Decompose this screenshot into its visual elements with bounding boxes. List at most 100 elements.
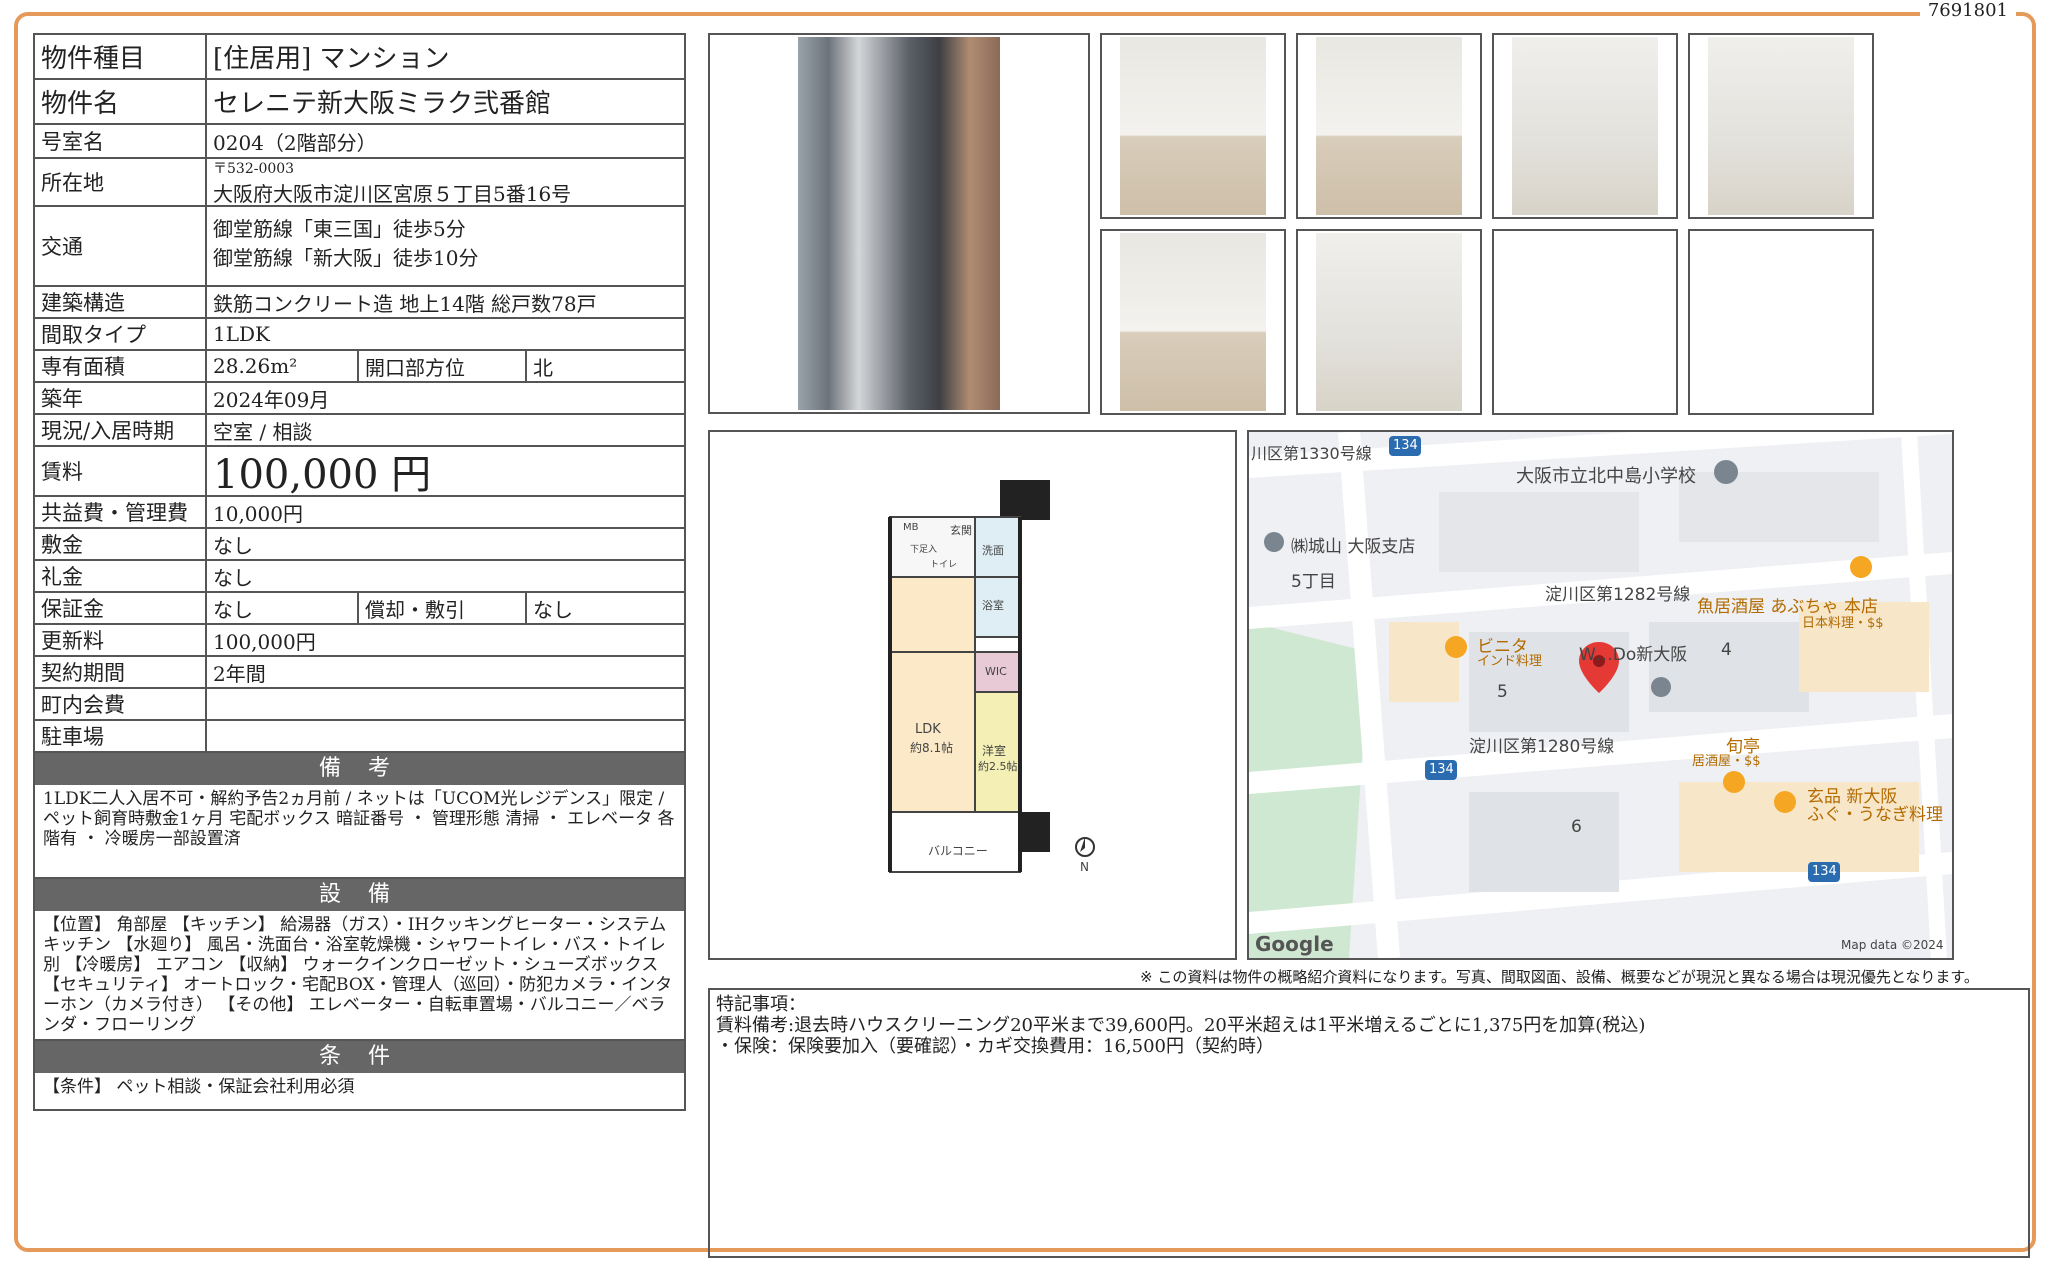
label-deposit: 敷金 bbox=[35, 529, 207, 559]
special-notes-line-1: 賃料備考:退去時ハウスクリーニング20平米まで39,600円。20平米超えは1平… bbox=[716, 1015, 1646, 1036]
room-photo-empty-1 bbox=[1492, 229, 1678, 415]
row-type: 物件種目 [住居用] マンション bbox=[35, 35, 684, 80]
value-status: 空室 / 相談 bbox=[213, 419, 313, 444]
row-structure: 建築構造 鉄筋コンクリート造 地上14階 総戸数78戸 bbox=[35, 287, 684, 319]
building-photo[interactable] bbox=[708, 33, 1090, 414]
floor-plan-drawing bbox=[888, 480, 1095, 873]
room-photo-empty-2 bbox=[1688, 229, 1874, 415]
label-direction: 開口部方位 bbox=[359, 351, 527, 381]
toilet-image bbox=[1512, 37, 1658, 215]
map-block-4: 4 bbox=[1721, 640, 1732, 660]
equipment-text: 【位置】 角部屋 【キッチン】 給湯器（ガス）・IHクッキングヒーター・システム… bbox=[35, 911, 684, 1041]
conditions-header: 条 件 bbox=[35, 1041, 684, 1073]
value-address: 〒532-0003 大阪府大阪市淀川区宮原５丁目5番16号 bbox=[207, 159, 684, 206]
map-school: 大阪市立北中島小学校 bbox=[1516, 466, 1696, 487]
fp-wash: 洗面 bbox=[982, 544, 1004, 557]
special-notes-line-2: ・保険：保険要加入（要確認）・カギ交換費用：16,500円（契約時） bbox=[716, 1036, 1274, 1057]
value-rent: 100,000 円 bbox=[213, 452, 432, 498]
row-rent: 賃料 100,000 円 bbox=[35, 447, 684, 498]
row-access: 交通 御堂筋線「東三国」徒歩5分 御堂筋線「新大阪」徒歩10分 bbox=[35, 207, 684, 287]
fp-western: 洋室 bbox=[982, 744, 1007, 758]
map-5chome: 5丁目 bbox=[1291, 572, 1336, 592]
value-community bbox=[207, 689, 684, 719]
fp-wic: WIC bbox=[985, 665, 1007, 678]
row-contract: 契約期間 2年間 bbox=[35, 657, 684, 689]
label-status: 現況/入居時期 bbox=[35, 415, 207, 445]
label-area: 専有面積 bbox=[35, 351, 207, 381]
fp-balcony: バルコニー bbox=[928, 844, 988, 858]
fp-western-size: 約2.5帖 bbox=[978, 760, 1018, 773]
equipment-header: 設 備 bbox=[35, 879, 684, 911]
row-community: 町内会費 bbox=[35, 689, 684, 721]
row-room: 号室名 0204（2階部分） bbox=[35, 125, 684, 159]
map-block-5: 5 bbox=[1497, 682, 1508, 702]
conditions-text: 【条件】 ペット相談・保証会社利用必須 bbox=[43, 1077, 355, 1097]
map-road-1282: 淀川区第1282号線 bbox=[1545, 585, 1691, 605]
map-route-134-b: 134 bbox=[1429, 762, 1454, 777]
kitchen-image bbox=[1120, 37, 1266, 215]
room-photo-kitchen[interactable] bbox=[1100, 33, 1286, 219]
value-keymoney: なし bbox=[213, 565, 253, 590]
map-vinita-sub: インド料理 bbox=[1477, 654, 1543, 669]
label-room: 号室名 bbox=[35, 125, 207, 157]
map-shin-osaka: W…Do新大阪 bbox=[1579, 645, 1688, 665]
label-name: 物件名 bbox=[35, 80, 207, 123]
special-notes: 特記事項： 賃料備考:退去時ハウスクリーニング20平米まで39,600円。20平… bbox=[708, 988, 2030, 1258]
map-route-134-c: 134 bbox=[1812, 864, 1837, 879]
washroom-image bbox=[1316, 233, 1462, 411]
value-type: [住居用] マンション bbox=[213, 44, 450, 74]
fp-ldk-size: 約8.1帖 bbox=[910, 741, 954, 755]
room-photo-bath[interactable] bbox=[1688, 33, 1874, 219]
map-block-6: 6 bbox=[1571, 817, 1582, 837]
property-table: 物件種目 [住居用] マンション 物件名 セレニテ新大阪ミラク弐番館 号室名 0… bbox=[33, 33, 686, 1111]
map-shiroyama: ㈱城山 大阪支店 bbox=[1291, 537, 1416, 557]
row-area: 専有面積 28.26m² 開口部方位 北 bbox=[35, 351, 684, 383]
fp-mb: MB bbox=[903, 522, 919, 533]
postal-code: 〒532-0003 bbox=[213, 160, 295, 177]
room-photo-washroom[interactable] bbox=[1296, 229, 1482, 415]
value-layout: 1LDK bbox=[213, 322, 270, 346]
label-community: 町内会費 bbox=[35, 689, 207, 719]
value-deposit: なし bbox=[213, 533, 253, 558]
map-shuntei-sub: 居酒屋・$$ bbox=[1692, 754, 1761, 769]
remarks-header: 備 考 bbox=[35, 753, 684, 785]
fp-ldk: LDK bbox=[915, 722, 941, 737]
label-guarantee: 保証金 bbox=[35, 593, 207, 623]
label-renewal: 更新料 bbox=[35, 625, 207, 655]
floor-plan[interactable]: MB 玄関 下足入 トイレ 洗面 浴室 WIC LDK 約8.1帖 洋室 約2.… bbox=[708, 430, 1237, 960]
room-photo-toilet[interactable] bbox=[1492, 33, 1678, 219]
fp-shoes: 下足入 bbox=[910, 545, 938, 555]
room-photo-closet[interactable] bbox=[1100, 229, 1286, 415]
map-road-1330: 川区第1330号線 bbox=[1251, 444, 1372, 463]
remarks-text: 1LDK二人入居不可・解約予告2ヵ月前 / ネットは「UCOM光レジデンス」限定… bbox=[35, 785, 684, 879]
row-keymoney: 礼金 なし bbox=[35, 561, 684, 593]
room-photo-living[interactable] bbox=[1296, 33, 1482, 219]
row-name: 物件名 セレニテ新大阪ミラク弐番館 bbox=[35, 80, 684, 125]
bath-image bbox=[1708, 37, 1854, 215]
area-map[interactable]: 川区第1330号線 134 大阪市立北中島小学校 ㈱城山 大阪支店 5丁目 淀川… bbox=[1247, 430, 1954, 960]
label-contract: 契約期間 bbox=[35, 657, 207, 687]
row-parking: 駐車場 bbox=[35, 721, 684, 753]
google-logo: Google bbox=[1255, 932, 1334, 956]
value-parking bbox=[207, 721, 684, 751]
label-access: 交通 bbox=[35, 207, 207, 285]
value-access: 御堂筋線「東三国」徒歩5分 御堂筋線「新大阪」徒歩10分 bbox=[207, 207, 684, 285]
special-notes-title: 特記事項： bbox=[716, 994, 806, 1015]
value-contract: 2年間 bbox=[213, 661, 266, 686]
value-name: セレニテ新大阪ミラク弐番館 bbox=[213, 89, 552, 119]
living-image bbox=[1316, 37, 1462, 215]
access-line-1: 御堂筋線「東三国」徒歩5分 bbox=[213, 217, 466, 241]
row-deposit: 敷金 なし bbox=[35, 529, 684, 561]
map-drawing bbox=[1249, 432, 1952, 958]
row-address: 所在地 〒532-0003 大阪府大阪市淀川区宮原５丁目5番16号 bbox=[35, 159, 684, 207]
document-id: 7691801 bbox=[1919, 0, 2016, 21]
map-route-134-a: 134 bbox=[1393, 438, 1418, 453]
label-rent: 賃料 bbox=[35, 447, 207, 495]
access-line-2: 御堂筋線「新大阪」徒歩10分 bbox=[213, 246, 479, 270]
map-izakaya-sub: 日本料理・$$ bbox=[1802, 616, 1884, 631]
label-structure: 建築構造 bbox=[35, 287, 207, 317]
building-image bbox=[798, 37, 1000, 410]
value-fee: 10,000円 bbox=[213, 501, 303, 526]
disclaimer: ※ この資料は物件の概略紹介資料になります。写真、間取図面、設備、概要などが現況… bbox=[1140, 968, 1979, 986]
label-parking: 駐車場 bbox=[35, 721, 207, 751]
